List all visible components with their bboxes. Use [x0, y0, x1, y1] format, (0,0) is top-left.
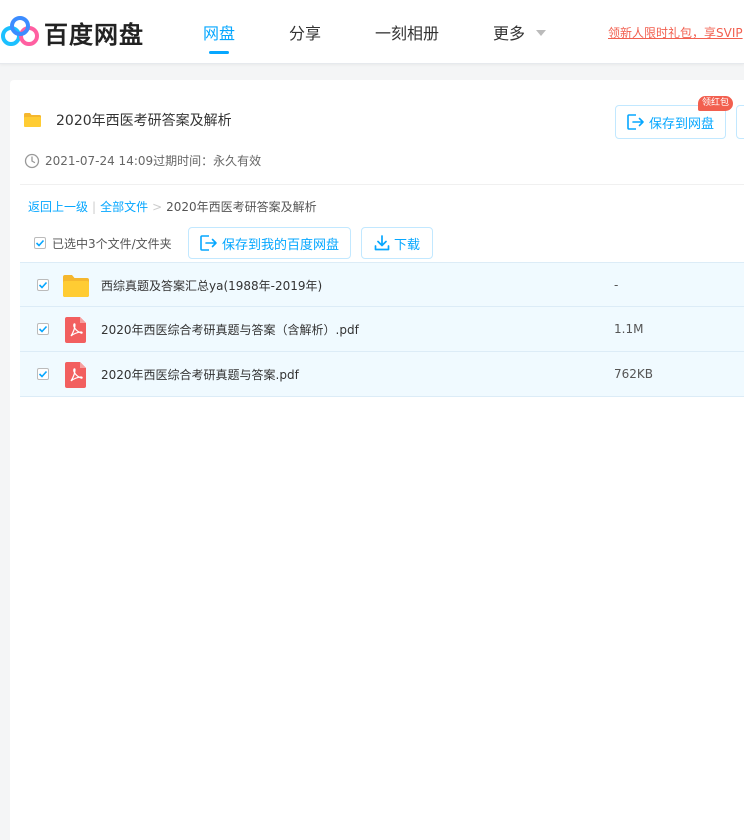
- breadcrumb-separator: |: [92, 199, 97, 214]
- file-size: -: [614, 278, 619, 292]
- selection-toolbar: 已选中3个文件/文件夹: [34, 227, 172, 259]
- nav-netdisk[interactable]: 网盘: [203, 20, 235, 44]
- file-row[interactable]: 2020年西医综合考研真题与答案.pdf 762KB: [20, 352, 744, 397]
- nav-more[interactable]: 更多: [493, 20, 525, 44]
- breadcrumb-chevron: >: [152, 199, 163, 214]
- share-title-row: 2020年西医考研答案及解析: [24, 108, 232, 132]
- nav-active-indicator: [209, 51, 229, 54]
- nav-share[interactable]: 分享: [289, 20, 321, 44]
- save-icon: [200, 235, 217, 251]
- expire-value: 永久有效: [213, 154, 262, 168]
- file-row[interactable]: 西综真题及答案汇总ya(1988年-2019年) -: [20, 262, 744, 307]
- folder-icon: [24, 113, 41, 127]
- share-title: 2020年西医考研答案及解析: [56, 113, 232, 129]
- baidu-netdisk-logo[interactable]: 百度网盘: [0, 14, 144, 50]
- breadcrumb-all-files-link[interactable]: 全部文件: [100, 198, 148, 215]
- breadcrumb: 返回上一级 | 全部文件 > 2020年西医考研答案及解析: [28, 198, 317, 215]
- row-checkbox[interactable]: [37, 323, 49, 335]
- share-card: 2020年西医考研答案及解析 2021-07-24 14:09 过期时间： 永久…: [10, 80, 744, 840]
- red-packet-badge: 领红包: [698, 96, 734, 111]
- download-icon: [374, 235, 390, 251]
- folder-icon: [63, 275, 89, 297]
- file-list: 西综真题及答案汇总ya(1988年-2019年) - 2020年西医综合考研真题…: [20, 262, 744, 397]
- selection-count-label: 已选中3个文件/文件夹: [52, 236, 172, 251]
- logo-text: 百度网盘: [44, 20, 144, 49]
- check-icon: [38, 370, 48, 378]
- pdf-file-icon: [65, 362, 86, 388]
- share-date: 2021-07-24 14:09: [45, 153, 154, 168]
- pdf-file-icon: [65, 317, 86, 343]
- breadcrumb-current: 2020年西医考研答案及解析: [166, 200, 317, 214]
- file-size: 762KB: [614, 367, 654, 381]
- chevron-down-icon[interactable]: [536, 30, 546, 36]
- row-checkbox[interactable]: [37, 368, 49, 380]
- save-icon: [627, 114, 644, 130]
- row-checkbox[interactable]: [37, 279, 49, 291]
- select-all-checkbox[interactable]: [34, 237, 46, 249]
- file-name[interactable]: 西综真题及答案汇总ya(1988年-2019年): [101, 277, 322, 294]
- secondary-top-button[interactable]: [736, 105, 744, 139]
- svip-promo-link[interactable]: 领新人限时礼包，享SVIP: [608, 24, 743, 41]
- check-icon: [38, 325, 48, 333]
- header-divider: [20, 184, 744, 185]
- file-row[interactable]: 2020年西医综合考研真题与答案（含解析）.pdf 1.1M: [20, 307, 744, 352]
- check-icon: [38, 281, 48, 289]
- share-meta: 2021-07-24 14:09 过期时间： 永久有效: [24, 152, 261, 169]
- top-header: 百度网盘 网盘 分享 一刻相册 更多 领新人限时礼包，享SVIP: [0, 0, 744, 64]
- cloud-logo-icon: [1, 16, 39, 46]
- save-to-netdisk-label: 保存到网盘: [648, 116, 714, 132]
- download-label: 下载: [393, 237, 420, 253]
- expire-label: 过期时间：: [153, 154, 214, 168]
- file-name[interactable]: 2020年西医综合考研真题与答案.pdf: [101, 366, 299, 383]
- download-button[interactable]: 下载: [361, 227, 433, 259]
- file-name[interactable]: 2020年西医综合考研真题与答案（含解析）.pdf: [101, 321, 359, 338]
- breadcrumb-back-link[interactable]: 返回上一级: [28, 198, 88, 215]
- nav-album[interactable]: 一刻相册: [375, 20, 439, 44]
- file-size: 1.1M: [614, 322, 644, 336]
- save-to-my-netdisk-label: 保存到我的百度网盘: [221, 237, 339, 253]
- clock-icon: [24, 153, 40, 168]
- save-to-my-netdisk-button[interactable]: 保存到我的百度网盘: [188, 227, 351, 259]
- check-icon: [35, 239, 45, 247]
